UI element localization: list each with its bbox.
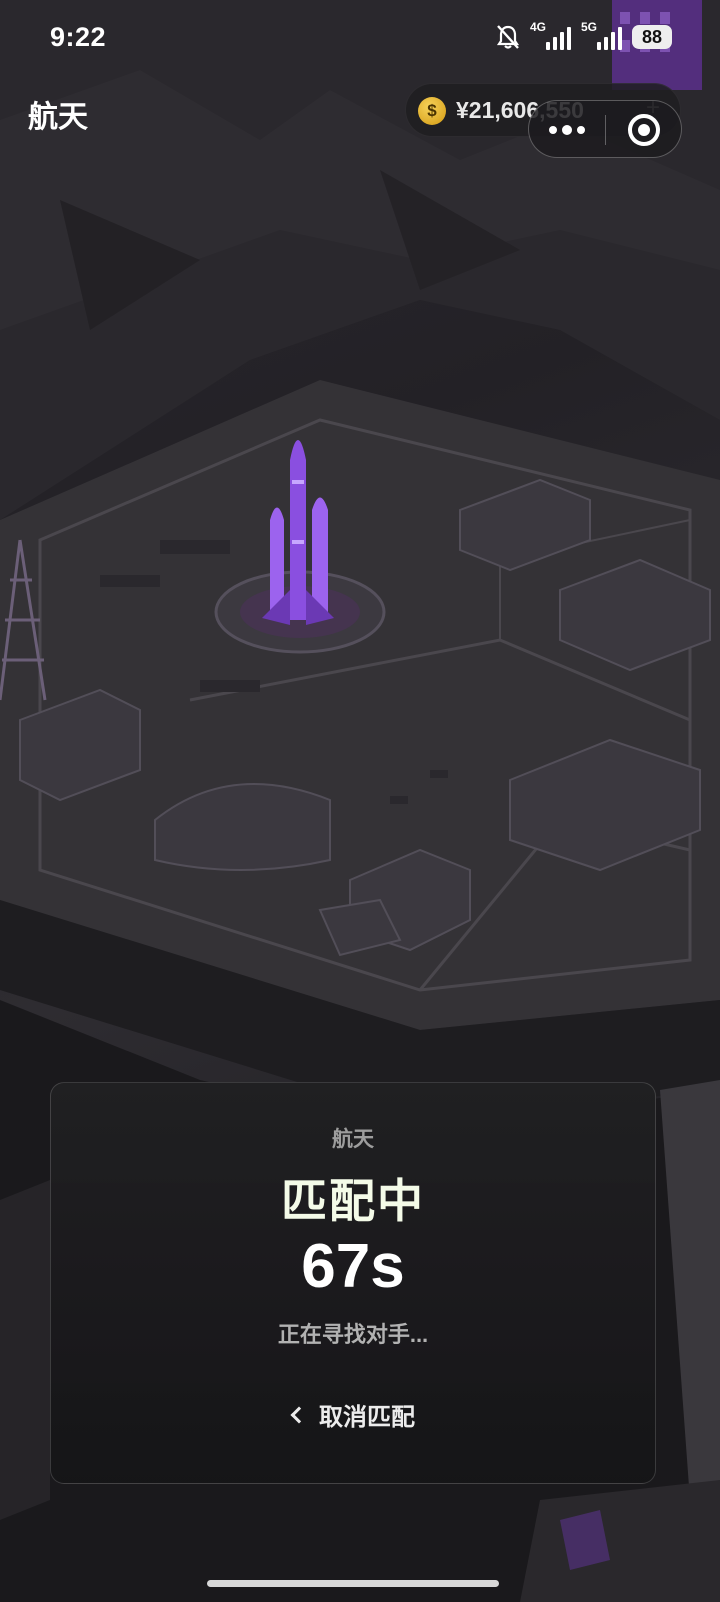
close-button[interactable] bbox=[606, 101, 682, 159]
chevron-left-icon bbox=[290, 1406, 308, 1424]
match-mode-label: 航天 bbox=[332, 1128, 374, 1151]
more-dot bbox=[577, 126, 585, 134]
more-button[interactable] bbox=[529, 101, 605, 159]
network-5g-label: 5G bbox=[581, 20, 598, 34]
bell-off-icon bbox=[496, 25, 520, 49]
matching-dialog: 航天 匹配中 67s 正在寻找对手... 取消匹配 bbox=[50, 1082, 656, 1484]
network-4g-label: 4G bbox=[530, 20, 547, 34]
match-hint: 正在寻找对手... bbox=[277, 1322, 429, 1347]
target-circle-icon bbox=[628, 114, 660, 146]
status-icons: 4G 5G 88 bbox=[496, 20, 672, 52]
network-4g-signal: 4G bbox=[530, 20, 571, 50]
cancel-match-button[interactable]: 取消匹配 bbox=[269, 1389, 439, 1439]
page-title: 航天 bbox=[28, 101, 88, 134]
match-status: 匹配中 bbox=[281, 1175, 425, 1227]
match-timer: 67s bbox=[301, 1232, 405, 1301]
dollar-coin-icon: $ bbox=[418, 97, 446, 125]
more-dots-icon bbox=[549, 126, 557, 134]
battery-indicator: 88 bbox=[632, 25, 672, 49]
mini-program-capsule bbox=[528, 100, 682, 158]
game-screen: 9:22 4G 5G 88 航天 $ ¥21,606,550 航天 匹配中 67… bbox=[0, 0, 720, 1602]
more-dot bbox=[562, 125, 572, 135]
status-bar: 9:22 4G 5G 88 bbox=[0, 0, 720, 76]
cancel-match-label: 取消匹配 bbox=[319, 1403, 415, 1431]
home-indicator[interactable] bbox=[207, 1580, 499, 1587]
status-time: 9:22 bbox=[50, 22, 107, 52]
network-5g-signal: 5G bbox=[581, 20, 622, 50]
